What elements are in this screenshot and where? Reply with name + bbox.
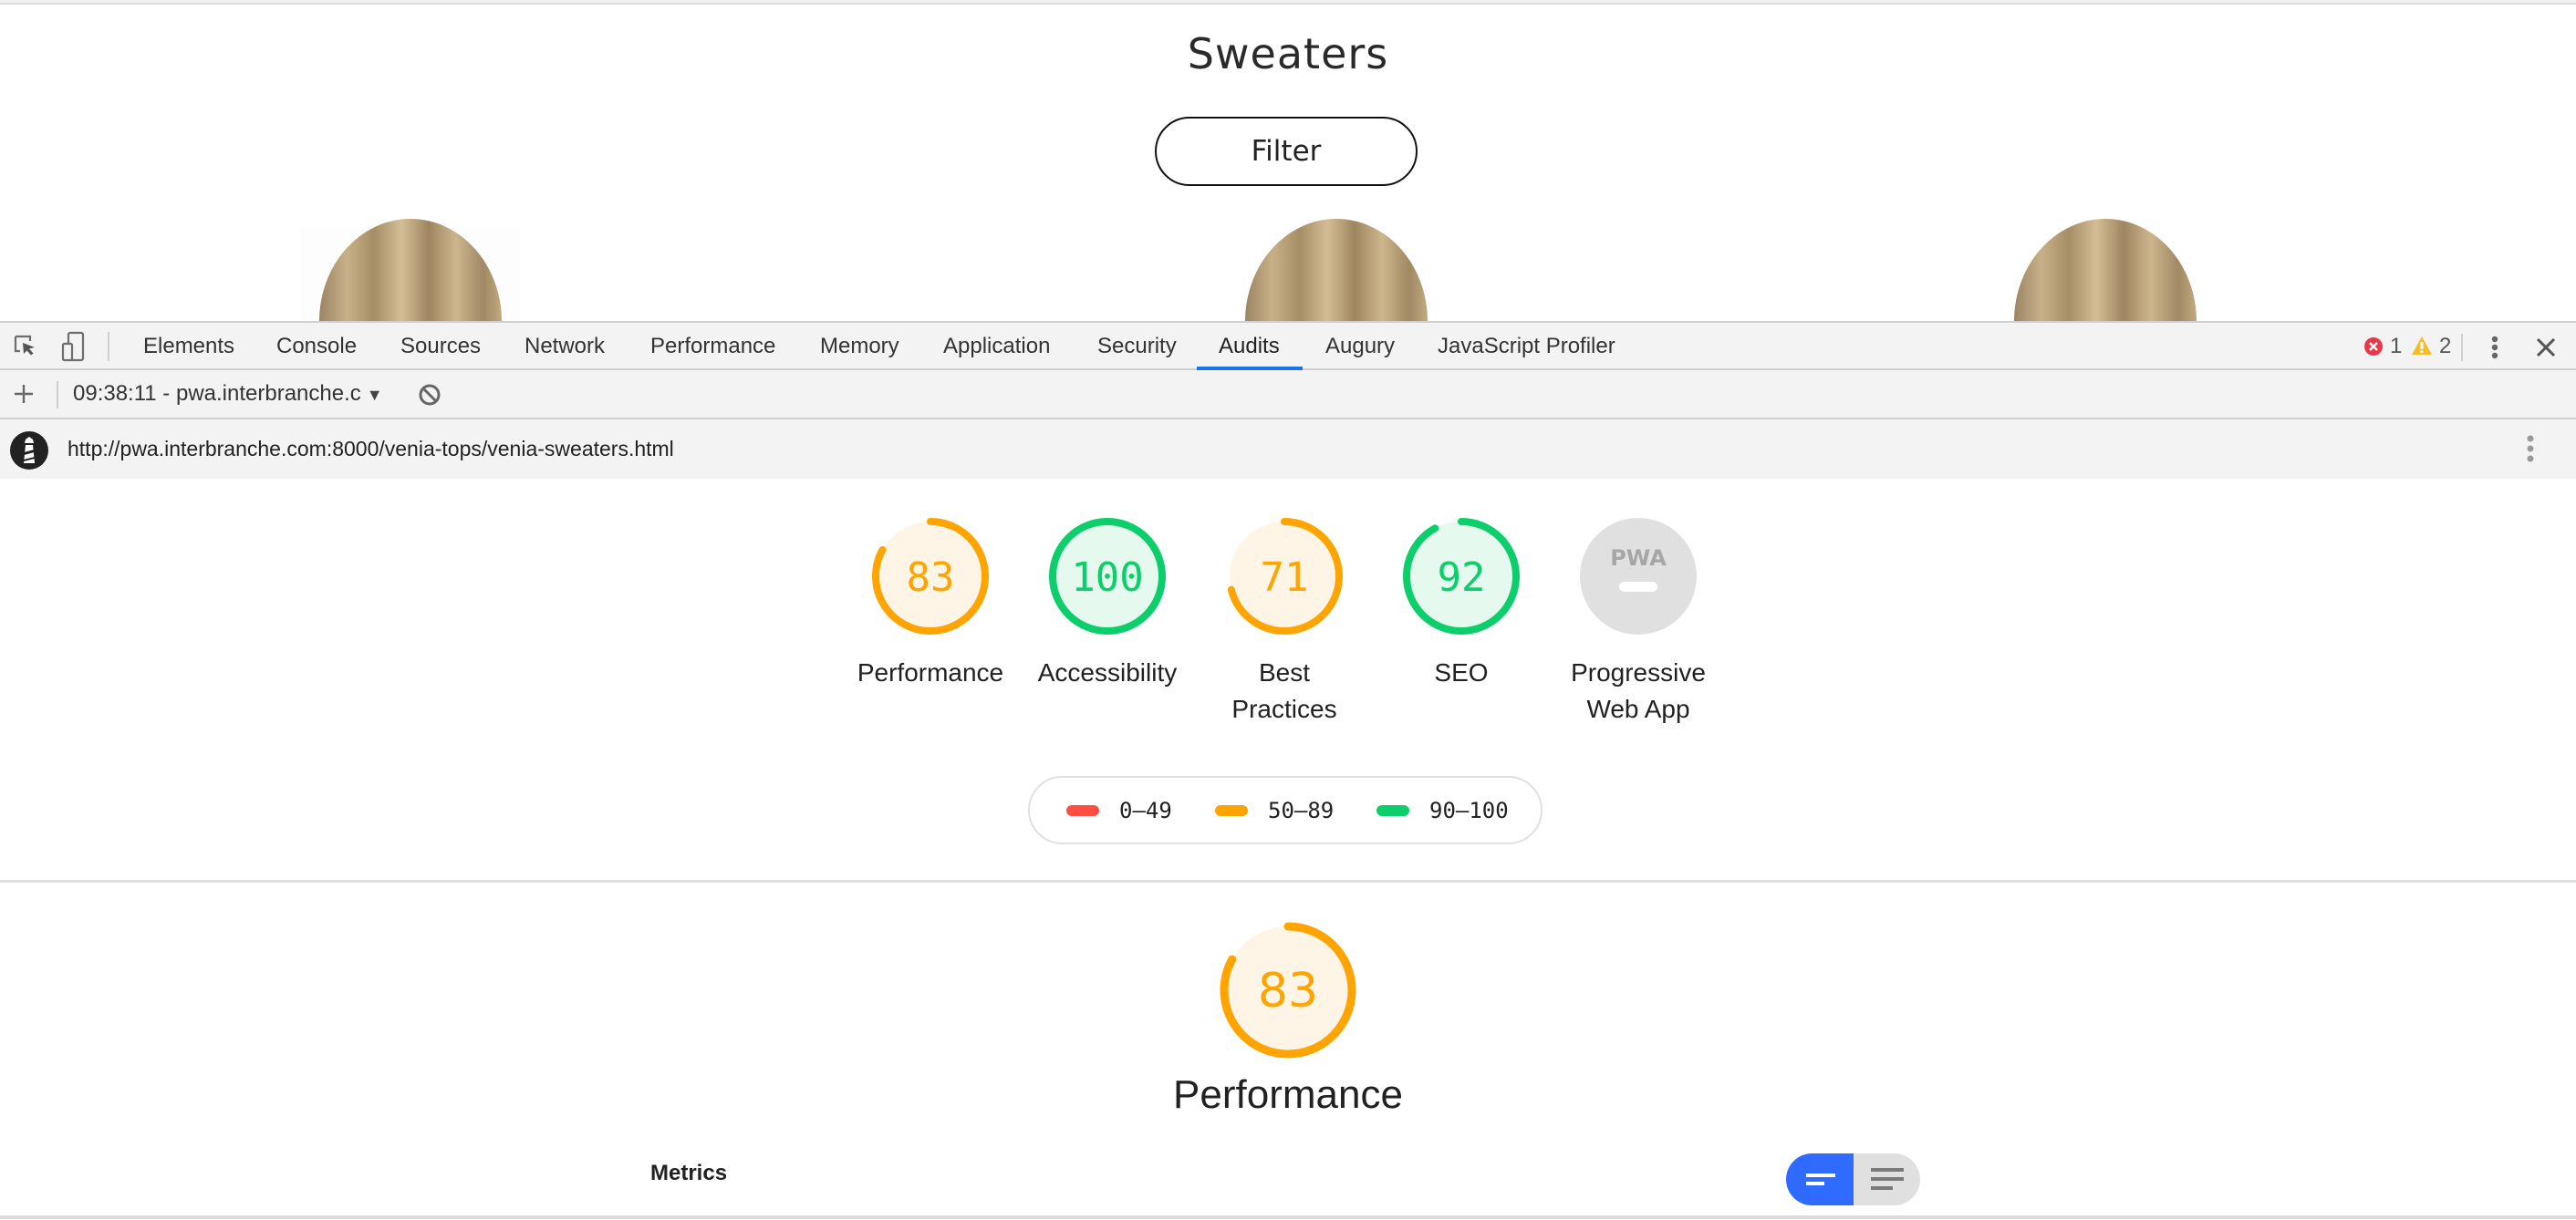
toolbar-divider (57, 381, 58, 408)
gauge-label: Performance (857, 658, 1004, 687)
toolbar-divider (108, 332, 109, 361)
model-hair (1245, 219, 1428, 321)
dropdown-caret-icon: ▼ (366, 386, 383, 404)
audits-toolbar: 09:38:11 - pwa.interbranche.c ▼ (0, 370, 2576, 419)
page-top-border (0, 0, 2576, 5)
inspect-element-icon[interactable] (9, 330, 42, 363)
score-value: 83 (907, 554, 955, 601)
gauge-performance[interactable]: 83 Performance (848, 514, 1013, 691)
error-icon[interactable] (2363, 336, 2384, 357)
pwa-badge-text: PWA (1610, 545, 1667, 571)
legend-item-fail: 0–49 (1066, 778, 1172, 843)
legend-item-average: 50–89 (1215, 778, 1334, 843)
report-select-dropdown[interactable]: 09:38:11 - pwa.interbranche.c ▼ (73, 370, 383, 418)
gauge-label: Accessibility (1037, 658, 1178, 687)
more-options-icon[interactable] (2481, 332, 2508, 363)
lighthouse-logo-icon (9, 430, 49, 470)
score-value: 71 (1261, 554, 1309, 601)
tab-performance[interactable]: Performance (649, 323, 777, 370)
product-image-3[interactable] (2005, 219, 2224, 321)
clear-reports-icon[interactable] (416, 381, 443, 408)
legend-swatch-orange (1215, 804, 1248, 816)
score-value: 92 (1438, 554, 1486, 601)
product-image-2[interactable] (1236, 219, 1455, 321)
score-gauge: 92 (1403, 518, 1520, 635)
score-gauge: 100 (1049, 518, 1166, 635)
gauge-label: Progressive (1571, 658, 1706, 687)
web-page-viewport: Sweaters Filter (0, 0, 2576, 321)
gauge-label: Best (1258, 658, 1311, 687)
warning-icon[interactable] (2410, 335, 2434, 357)
expanded-list-icon (1871, 1167, 1905, 1190)
tab-memory[interactable]: Memory (818, 323, 901, 370)
performance-section-gauge: 83 (1215, 917, 1361, 1068)
gauge-pwa[interactable]: PWA Progressive Web App (1556, 514, 1720, 728)
legend-swatch-green (1376, 804, 1409, 816)
report-menu-icon[interactable] (2518, 432, 2543, 465)
compact-view-button[interactable] (1786, 1153, 1854, 1205)
tab-augury[interactable]: Augury (1324, 323, 1397, 370)
pwa-na-dash-icon (1619, 582, 1657, 592)
legend-swatch-red (1066, 804, 1099, 816)
close-devtools-icon[interactable] (2530, 332, 2561, 363)
gauge-label-line2: Practices (1231, 695, 1337, 723)
tab-audits[interactable]: Audits (1217, 323, 1282, 370)
pwa-gauge-background (1580, 518, 1697, 635)
gauge-seo[interactable]: 92 SEO (1379, 514, 1543, 691)
compact-list-icon (1805, 1173, 1835, 1185)
tab-network[interactable]: Network (523, 323, 607, 370)
panel-bottom-border (0, 1215, 2576, 1219)
legend-range: 90–100 (1429, 797, 1509, 823)
report-select-value: 09:38:11 - pwa.interbranche.c (73, 381, 361, 406)
score-value: 100 (1071, 554, 1143, 601)
gauge-best-practices[interactable]: 71 Best Practices (1202, 514, 1366, 728)
metrics-view-toggle[interactable] (1786, 1153, 1920, 1205)
metrics-label: Metrics (650, 1161, 728, 1185)
tab-security[interactable]: Security (1096, 323, 1179, 370)
pwa-badge-gauge: PWA (1580, 518, 1697, 635)
section-divider (0, 880, 2576, 883)
expanded-view-button[interactable] (1853, 1153, 1920, 1205)
tab-javascript-profiler[interactable]: JavaScript Profiler (1436, 323, 1617, 370)
gauge-label: SEO (1434, 658, 1489, 687)
legend-item-pass: 90–100 (1376, 778, 1509, 843)
score-value: 83 (1258, 964, 1318, 1018)
legend-range: 50–89 (1268, 797, 1335, 823)
new-audit-plus-icon[interactable] (9, 379, 38, 408)
score-gauge: 71 (1226, 518, 1343, 635)
toolbar-divider (2461, 334, 2463, 361)
gauge-label-line2: Web App (1586, 695, 1690, 723)
product-image-1[interactable] (301, 219, 520, 321)
tab-sources[interactable]: Sources (399, 323, 483, 370)
tab-console[interactable]: Console (275, 323, 358, 370)
score-gauge: 83 (872, 518, 989, 635)
tab-elements[interactable]: Elements (141, 323, 236, 370)
gauge-accessibility[interactable]: 100 Accessibility (1025, 514, 1189, 691)
devtools-tab-bar: Elements Console Sources Network Perform… (0, 321, 2576, 370)
category-title: Sweaters (1187, 29, 1389, 78)
legend-range: 0–49 (1119, 797, 1172, 823)
score-gauge: 83 (1220, 922, 1356, 1059)
warning-count[interactable]: 2 (2437, 323, 2453, 370)
performance-heading: Performance (1173, 1072, 1403, 1117)
tab-application[interactable]: Application (941, 323, 1052, 370)
report-url-bar: http://pwa.interbranche.com:8000/venia-t… (0, 419, 2576, 479)
devtools-panel: Elements Console Sources Network Perform… (0, 321, 2576, 1220)
error-count[interactable]: 1 (2388, 323, 2404, 370)
filter-button[interactable]: Filter (1155, 117, 1418, 186)
audited-url[interactable]: http://pwa.interbranche.com:8000/venia-t… (68, 419, 674, 479)
model-hair (2014, 219, 2197, 321)
score-scale-legend: 0–49 50–89 90–100 (1028, 776, 1542, 844)
device-toolbar-icon[interactable] (57, 328, 89, 365)
